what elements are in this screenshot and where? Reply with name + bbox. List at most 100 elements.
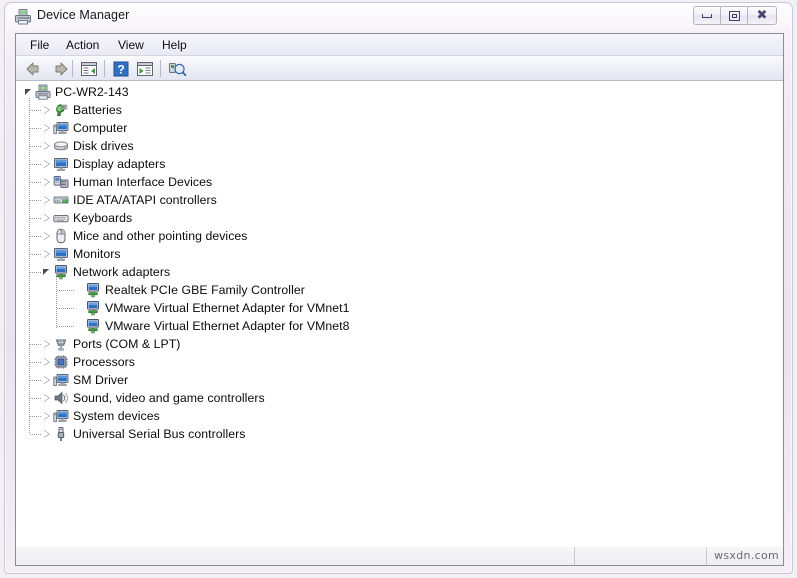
tree-node-label: Batteries: [73, 103, 122, 117]
tree-guide-line: [30, 164, 42, 165]
tree-node-label: Processors: [73, 355, 136, 369]
tree-guide-line: [30, 416, 42, 417]
tree-guide-line: [30, 398, 42, 399]
tree-node-network-adapters[interactable]: Network adapters: [42, 263, 170, 281]
menu-action[interactable]: Action: [60, 37, 105, 53]
computer-icon-wrapper: [53, 408, 69, 424]
tree-guide-line: [30, 128, 42, 129]
tree-node-human-interface-devices[interactable]: Human Interface Devices: [42, 173, 212, 191]
toolbar-separator: [104, 60, 105, 77]
help-button[interactable]: ?: [110, 59, 132, 79]
tree-guide-line: [30, 110, 42, 111]
expand-triangle-icon[interactable]: [42, 155, 53, 173]
network-adapter-icon-wrapper: [85, 282, 101, 298]
tree-node-label: System devices: [73, 409, 160, 423]
expand-triangle-icon[interactable]: [42, 173, 53, 191]
tree-node-mice-and-other-pointing-devices[interactable]: Mice and other pointing devices: [42, 227, 248, 245]
tree-node-vmware-virtual-ethernet-adapter-for-vmnet8[interactable]: VMware Virtual Ethernet Adapter for VMne…: [74, 317, 350, 335]
expand-triangle-icon[interactable]: [42, 101, 53, 119]
tree-node-sm-driver[interactable]: SM Driver: [42, 371, 128, 389]
expand-triangle-icon[interactable]: [42, 209, 53, 227]
tree-node-display-adapters[interactable]: Display adapters: [42, 155, 165, 173]
tree-node-monitors[interactable]: Monitors: [42, 245, 121, 263]
tree-guide-line: [30, 254, 42, 255]
tree-guide-line: [30, 434, 42, 435]
back-icon: [26, 62, 39, 76]
expand-triangle-icon[interactable]: [42, 407, 53, 425]
tree-node-disk-drives[interactable]: Disk drives: [42, 137, 134, 155]
tree-node-label: Human Interface Devices: [73, 175, 213, 189]
tree-node-system-devices[interactable]: System devices: [42, 407, 160, 425]
tree-node-label: VMware Virtual Ethernet Adapter for VMne…: [105, 319, 350, 333]
expand-triangle-icon[interactable]: [42, 227, 53, 245]
tree-node-computer[interactable]: Computer: [42, 119, 127, 137]
expand-triangle-icon[interactable]: [42, 353, 53, 371]
tree-node-root[interactable]: PC-WR2-143: [24, 83, 129, 101]
network-adapter-icon-wrapper: [85, 318, 101, 334]
expand-triangle-icon[interactable]: [42, 191, 53, 209]
expand-triangle-icon[interactable]: [42, 245, 53, 263]
tree-node-sound-video-and-game-controllers[interactable]: Sound, video and game controllers: [42, 389, 265, 407]
tree-node-universal-serial-bus-controllers[interactable]: Universal Serial Bus controllers: [42, 425, 245, 443]
collapse-triangle-icon[interactable]: [42, 263, 53, 281]
tree-guide-line: [30, 146, 42, 147]
mouse-icon-wrapper: [53, 228, 69, 244]
expand-triangle-icon[interactable]: [42, 425, 53, 443]
scan-hardware-changes-button[interactable]: [166, 59, 188, 79]
tree-node-label: SM Driver: [73, 373, 129, 387]
device-tree[interactable]: PC-WR2-143 Batteries Computer Disk drives Di…: [16, 81, 783, 549]
processor-icon-wrapper: [53, 354, 69, 370]
tree-node-realtek-pcie-gbe-family-controller[interactable]: Realtek PCIe GBE Family Controller: [74, 281, 305, 299]
monitor-icon: [54, 248, 68, 261]
tree-guide-line: [30, 344, 42, 345]
menu-view[interactable]: View: [112, 37, 150, 53]
computer-icon-wrapper: [53, 372, 69, 388]
usb-icon-wrapper: [53, 426, 69, 442]
minimize-button[interactable]: [693, 6, 720, 25]
disk-drive-icon-wrapper: [53, 138, 69, 154]
maximize-button[interactable]: [720, 6, 747, 25]
tree-node-batteries[interactable]: Batteries: [42, 101, 122, 119]
tree-node-vmware-virtual-ethernet-adapter-for-vmnet1[interactable]: VMware Virtual Ethernet Adapter for VMne…: [74, 299, 350, 317]
menu-help[interactable]: Help: [156, 37, 193, 53]
expand-triangle-icon[interactable]: [42, 137, 53, 155]
tree-node-ide-ata-atapi-controllers[interactable]: IDE ATA/ATAPI controllers: [42, 191, 217, 209]
back-button[interactable]: [24, 59, 46, 79]
tree-node-label: PC-WR2-143: [55, 85, 129, 99]
keyboard-icon: [53, 215, 69, 223]
device-manager-window: Device Manager ✖ File Action View Help ?…: [4, 2, 793, 574]
tree-guide-line: [29, 98, 30, 434]
ide-controller-icon: [53, 196, 69, 204]
window-play-icon: [137, 62, 153, 76]
expand-triangle-icon[interactable]: [42, 335, 53, 353]
monitor-icon-wrapper: [53, 246, 69, 262]
show-hidden-devices-button[interactable]: [134, 59, 156, 79]
title-bar[interactable]: Device Manager ✖: [5, 3, 792, 31]
tree-node-label: Computer: [73, 121, 128, 135]
processor-icon: [54, 355, 68, 369]
expand-triangle-icon[interactable]: [42, 389, 53, 407]
computer-icon-wrapper: [53, 120, 69, 136]
expand-triangle-icon[interactable]: [42, 119, 53, 137]
tree-node-keyboards[interactable]: Keyboards: [42, 209, 132, 227]
tree-guide-line: [30, 200, 42, 201]
minimize-icon: [702, 13, 712, 18]
tree-guide-line: [30, 272, 42, 273]
properties-button[interactable]: [78, 59, 100, 79]
mouse-icon: [56, 228, 66, 244]
display-adapter-icon-wrapper: [53, 156, 69, 172]
hid-icon: [53, 176, 69, 188]
battery-icon: [56, 104, 68, 116]
scan-hardware-changes-icon: [169, 63, 187, 77]
network-adapter-icon-wrapper: [85, 300, 101, 316]
menu-file[interactable]: File: [24, 37, 55, 53]
expand-triangle-icon[interactable]: [42, 371, 53, 389]
close-button[interactable]: ✖: [747, 6, 777, 25]
port-icon: [55, 339, 67, 351]
tree-node-ports-com-lpt[interactable]: Ports (COM & LPT): [42, 335, 180, 353]
tree-node-processors[interactable]: Processors: [42, 353, 135, 371]
watermark-text: wsxdn.com: [714, 549, 779, 562]
forward-button[interactable]: [48, 59, 70, 79]
